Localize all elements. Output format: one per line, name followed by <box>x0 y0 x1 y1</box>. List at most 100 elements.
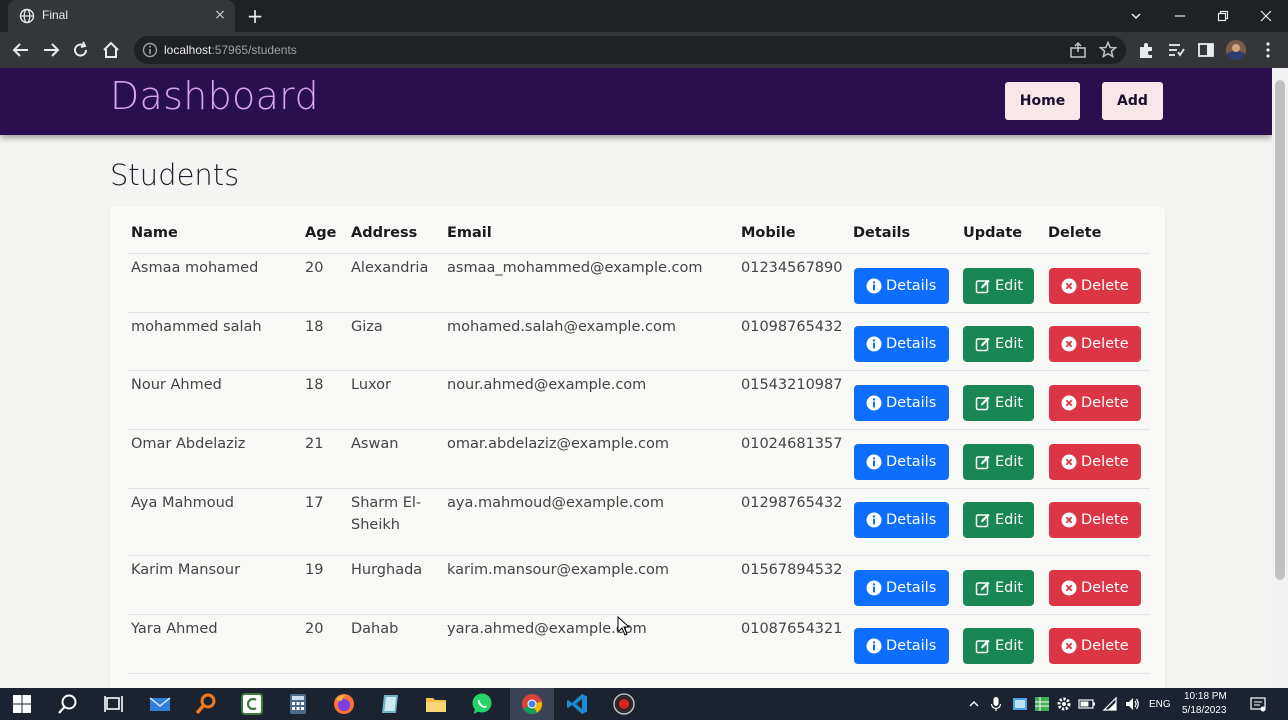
delete-button[interactable]: Delete <box>1049 628 1141 664</box>
vscode-icon[interactable] <box>565 692 589 716</box>
column-header-email: Email <box>447 225 492 241</box>
delete-button[interactable]: Delete <box>1049 268 1141 304</box>
nav-add-button[interactable]: Add <box>1102 82 1163 120</box>
delete-button[interactable]: Delete <box>1049 570 1141 606</box>
info-circle-icon <box>866 512 882 528</box>
cell-name: Karim Mansour <box>131 562 241 578</box>
task-view-icon[interactable] <box>102 692 126 716</box>
code-editor-app-icon[interactable] <box>240 692 264 716</box>
scrollbar-thumb[interactable] <box>1275 80 1285 580</box>
extensions-icon[interactable] <box>1136 40 1156 60</box>
edit-button[interactable]: Edit <box>963 502 1034 538</box>
details-button[interactable]: Details <box>854 570 949 606</box>
page-scrollbar[interactable] <box>1272 68 1288 688</box>
language-indicator[interactable]: ENG <box>1149 699 1171 710</box>
column-header-delete: Delete <box>1048 225 1102 241</box>
cell-name: Aya Mahmoud <box>131 495 234 511</box>
cell-email: omar.abdelaziz@example.com <box>447 436 669 452</box>
clock-date[interactable]: 5/18/2023 <box>1182 705 1227 716</box>
cell-address: Aswan <box>351 436 399 452</box>
notes-app-icon[interactable] <box>378 692 402 716</box>
windows-start-icon[interactable] <box>10 692 34 716</box>
share-icon[interactable] <box>1068 40 1088 60</box>
delete-button-label: Delete <box>1081 454 1129 470</box>
nav-home-button[interactable]: Home <box>1005 82 1080 120</box>
new-tab-button[interactable]: + <box>244 5 266 27</box>
microphone-icon[interactable] <box>990 696 1002 712</box>
edit-button[interactable]: Edit <box>963 570 1034 606</box>
delete-button[interactable]: Delete <box>1049 326 1141 362</box>
menu-dots-icon[interactable] <box>1258 40 1278 60</box>
row-divider <box>128 673 1150 674</box>
details-button[interactable]: Details <box>854 628 949 664</box>
info-circle-icon <box>866 580 882 596</box>
whatsapp-icon[interactable] <box>470 692 494 716</box>
edit-pencil-icon <box>975 455 990 470</box>
edit-pencil-icon <box>975 639 990 654</box>
search-icon[interactable] <box>56 692 80 716</box>
edit-button[interactable]: Edit <box>963 385 1034 421</box>
wifi-icon[interactable] <box>1102 696 1118 712</box>
edit-button[interactable]: Edit <box>963 268 1034 304</box>
details-button[interactable]: Details <box>854 502 949 538</box>
back-arrow-icon[interactable] <box>8 38 34 62</box>
info-icon[interactable] <box>142 42 158 58</box>
row-divider <box>128 429 1150 430</box>
file-explorer-icon[interactable] <box>424 692 448 716</box>
side-panel-icon[interactable] <box>1196 40 1216 60</box>
spreadsheet-app-icon[interactable] <box>1034 696 1050 712</box>
cell-address: Hurghada <box>351 562 423 578</box>
details-button-label: Details <box>886 512 937 528</box>
chrome-icon[interactable] <box>520 692 544 716</box>
info-circle-icon <box>866 278 882 294</box>
edit-button[interactable]: Edit <box>963 444 1034 480</box>
delete-button[interactable]: Delete <box>1049 385 1141 421</box>
tab-close-icon[interactable]: × <box>212 7 228 23</box>
restore-button[interactable] <box>1201 0 1245 32</box>
cell-address: Giza <box>351 319 383 335</box>
settings-gear-icon[interactable] <box>1056 696 1072 712</box>
cell-mobile: 01543210987 <box>741 377 843 393</box>
screen-recorder-icon[interactable] <box>612 692 636 716</box>
notifications-icon[interactable] <box>1250 696 1266 712</box>
details-button[interactable]: Details <box>854 444 949 480</box>
browser-tab[interactable]: Final × <box>8 0 235 32</box>
profile-avatar[interactable] <box>1226 40 1246 60</box>
home-icon[interactable] <box>98 38 124 62</box>
mail-icon[interactable] <box>148 692 172 716</box>
address-bar[interactable]: localhost:57965/students <box>134 36 1126 64</box>
tab-search-icon[interactable] <box>1114 0 1158 32</box>
edit-button[interactable]: Edit <box>963 326 1034 362</box>
clock-time[interactable]: 10:18 PM <box>1184 691 1227 702</box>
cell-age: 19 <box>305 562 324 578</box>
edit-pencil-icon <box>975 279 990 294</box>
search-app-icon[interactable] <box>194 692 218 716</box>
system-tray: ENG 10:18 PM 5/18/2023 <box>964 688 1288 720</box>
x-circle-icon <box>1061 580 1077 596</box>
forward-arrow-icon[interactable] <box>38 38 64 62</box>
reload-icon[interactable] <box>68 38 94 62</box>
url-path: :57965/students <box>211 43 297 57</box>
cell-email: nour.ahmed@example.com <box>447 377 647 393</box>
column-header-age: Age <box>305 225 337 241</box>
delete-button[interactable]: Delete <box>1049 502 1141 538</box>
network-app-icon[interactable] <box>1012 696 1028 712</box>
details-button[interactable]: Details <box>854 268 949 304</box>
reading-list-icon[interactable] <box>1166 40 1186 60</box>
firefox-icon[interactable] <box>332 692 356 716</box>
minimize-button[interactable] <box>1158 0 1202 32</box>
navbar-brand[interactable]: Dashboard <box>110 74 319 118</box>
battery-icon[interactable] <box>1078 698 1096 710</box>
details-button[interactable]: Details <box>854 385 949 421</box>
edit-button[interactable]: Edit <box>963 628 1034 664</box>
star-icon[interactable] <box>1098 40 1118 60</box>
delete-button[interactable]: Delete <box>1049 444 1141 480</box>
calculator-icon[interactable] <box>286 692 310 716</box>
close-window-button[interactable] <box>1244 0 1288 32</box>
chevron-up-icon[interactable] <box>968 698 980 710</box>
cell-mobile: 01024681357 <box>741 436 843 452</box>
x-circle-icon <box>1061 278 1077 294</box>
details-button[interactable]: Details <box>854 326 949 362</box>
cell-age: 18 <box>305 377 324 393</box>
volume-icon[interactable] <box>1124 696 1140 712</box>
